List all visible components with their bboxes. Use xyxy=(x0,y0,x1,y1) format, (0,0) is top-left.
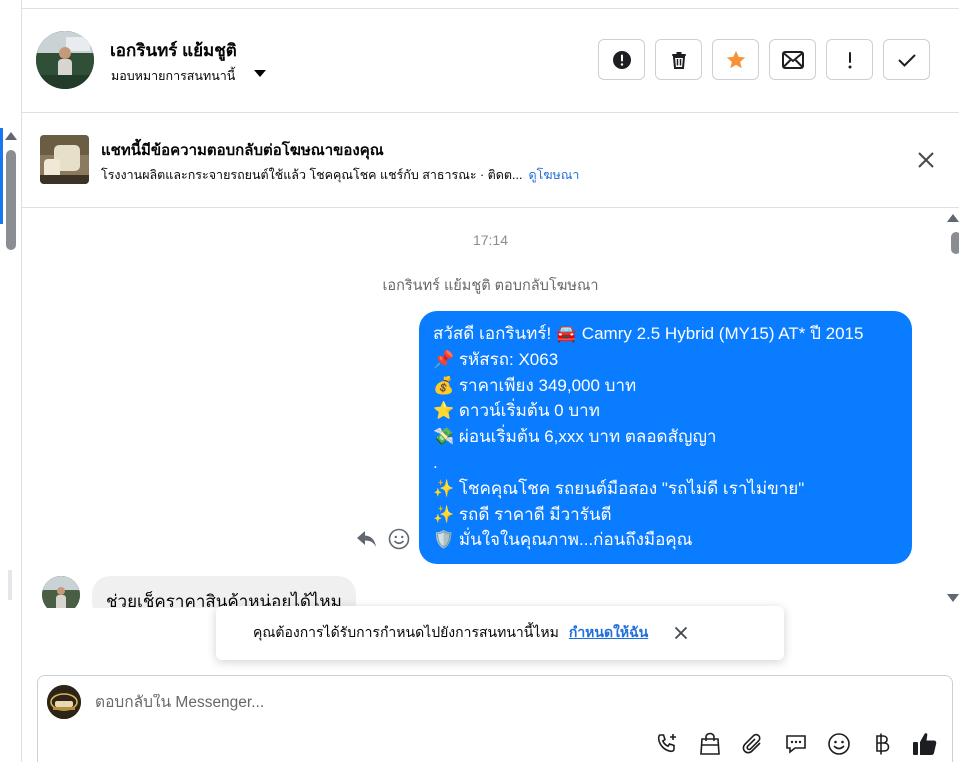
message-composer xyxy=(37,675,953,762)
message-thread: 17:14 เอกรินทร์ แย้มชูติ ตอบกลับโฆษณา สว… xyxy=(22,208,959,608)
attach-button[interactable] xyxy=(740,731,766,757)
shopping-bag-icon xyxy=(700,732,720,755)
message-line: 💰 ราคาเพียง 349,000 บาท xyxy=(433,375,637,395)
ad-banner-title: แชทนี้มีข้อความตอบกลับต่อโฆษณาของคุณ xyxy=(101,142,384,159)
outgoing-message[interactable]: สวัสดี เอกรินทร์! 🚘 Camry 2.5 Hybrid (MY… xyxy=(419,311,912,565)
check-icon xyxy=(897,53,916,67)
close-icon[interactable] xyxy=(674,626,688,640)
mark-done-button[interactable] xyxy=(883,39,930,80)
timestamp: 17:14 xyxy=(472,232,509,248)
assign-toast: คุณต้องการได้รับการกำหนดไปยังการสนทนานี้… xyxy=(216,606,784,660)
ad-banner-subtitle: โรงงานผลิตและกระจายรถยนต์ใช้แล้ว โชคคุณโ… xyxy=(101,165,579,185)
message-line: 🛡️ มั่นใจในคุณภาพ...ก่อนถึงมือคุณ xyxy=(433,530,693,550)
right-scroll-down-icon[interactable] xyxy=(947,594,959,602)
trash-icon xyxy=(671,51,686,69)
incoming-message[interactable]: ช่วยเช็คราคาสินค้าหน่อยได้ไหม xyxy=(92,576,356,608)
left-scroll-up-icon[interactable] xyxy=(5,132,17,140)
star-button[interactable] xyxy=(712,39,759,80)
header-actions xyxy=(598,39,930,80)
close-icon[interactable] xyxy=(917,151,935,169)
ad-reply-banner: แชทนี้มีข้อความตอบกลับต่อโฆษณาของคุณ โรง… xyxy=(22,113,959,208)
system-note: เอกรินทร์ แย้มชูติ ตอบกลับโฆษณา xyxy=(382,278,599,294)
caret-down-icon[interactable] xyxy=(254,70,266,77)
view-ad-link[interactable]: ดูโฆษณา xyxy=(528,168,579,182)
contact-avatar[interactable] xyxy=(36,31,94,89)
left-rail-marker xyxy=(8,570,12,600)
mark-unread-button[interactable] xyxy=(769,39,816,80)
message-line: ⭐ ดาวน์เริ่มต้น 0 บาท xyxy=(433,401,600,421)
emoji-button[interactable] xyxy=(826,731,852,757)
message-line: . xyxy=(433,452,438,472)
saved-reply-button[interactable] xyxy=(783,731,809,757)
exclamation-icon xyxy=(848,51,851,68)
baht-icon xyxy=(876,733,890,755)
phone-add-icon xyxy=(657,734,676,753)
assign-to-me-link[interactable]: กำหนดให้ฉัน xyxy=(569,622,648,644)
message-line: สวัสดี เอกรินทร์! 🚘 Camry 2.5 Hybrid (MY… xyxy=(433,324,864,343)
reply-input[interactable] xyxy=(95,694,895,712)
toast-text: คุณต้องการได้รับการกำหนดไปยังการสนทนานี้… xyxy=(253,624,559,640)
follow-up-button[interactable] xyxy=(826,39,873,80)
message-line: ✨ โชคคุณโชค รถยนต์มือสอง "รถไม่ดี เราไม่… xyxy=(433,478,805,498)
like-icon xyxy=(913,733,937,755)
emoji-icon xyxy=(828,733,850,755)
message-actions xyxy=(356,528,410,550)
alert-circle-icon xyxy=(612,50,631,69)
ad-page-info: โรงงานผลิตและกระจายรถยนต์ใช้แล้ว โชคคุณโ… xyxy=(101,168,523,182)
react-emoji-icon[interactable] xyxy=(388,528,410,550)
right-scrollbar-thumb[interactable] xyxy=(951,232,959,254)
message-line: 💸 ผ่อนเริ่มต้น 6,xxx บาท ตลอดสัญญา xyxy=(433,427,717,447)
like-button[interactable] xyxy=(912,731,938,757)
spam-button[interactable] xyxy=(598,39,645,80)
contact-avatar-small[interactable] xyxy=(42,576,80,608)
envelope-icon xyxy=(781,50,804,69)
shop-button[interactable] xyxy=(697,731,723,757)
delete-button[interactable] xyxy=(655,39,702,80)
contact-name: เอกรินทร์ แย้มชูติ xyxy=(110,41,237,60)
composer-toolbar xyxy=(654,731,938,757)
message-line: 📌 รหัสรถ: X063 xyxy=(433,349,559,369)
saved-reply-icon xyxy=(786,735,806,754)
payment-button[interactable] xyxy=(869,731,895,757)
conversation-header: เอกรินทร์ แย้มชูติ มอบหมายการสนทนานี้ xyxy=(22,9,959,113)
call-button[interactable] xyxy=(654,731,680,757)
ad-thumbnail[interactable] xyxy=(40,135,89,184)
left-rail xyxy=(0,0,22,762)
page-avatar xyxy=(47,685,81,719)
reply-icon[interactable] xyxy=(356,529,378,549)
right-scroll-up-icon[interactable] xyxy=(947,214,959,222)
paperclip-icon xyxy=(742,733,761,754)
message-line: ✨ รถดี ราคาดี มีวารันตี xyxy=(433,504,612,524)
assign-conversation-dropdown[interactable]: มอบหมายการสนทนานี้ xyxy=(111,66,235,86)
star-icon xyxy=(726,50,745,68)
left-scrollbar-thumb[interactable] xyxy=(6,150,16,250)
left-rail-accent xyxy=(0,128,3,224)
